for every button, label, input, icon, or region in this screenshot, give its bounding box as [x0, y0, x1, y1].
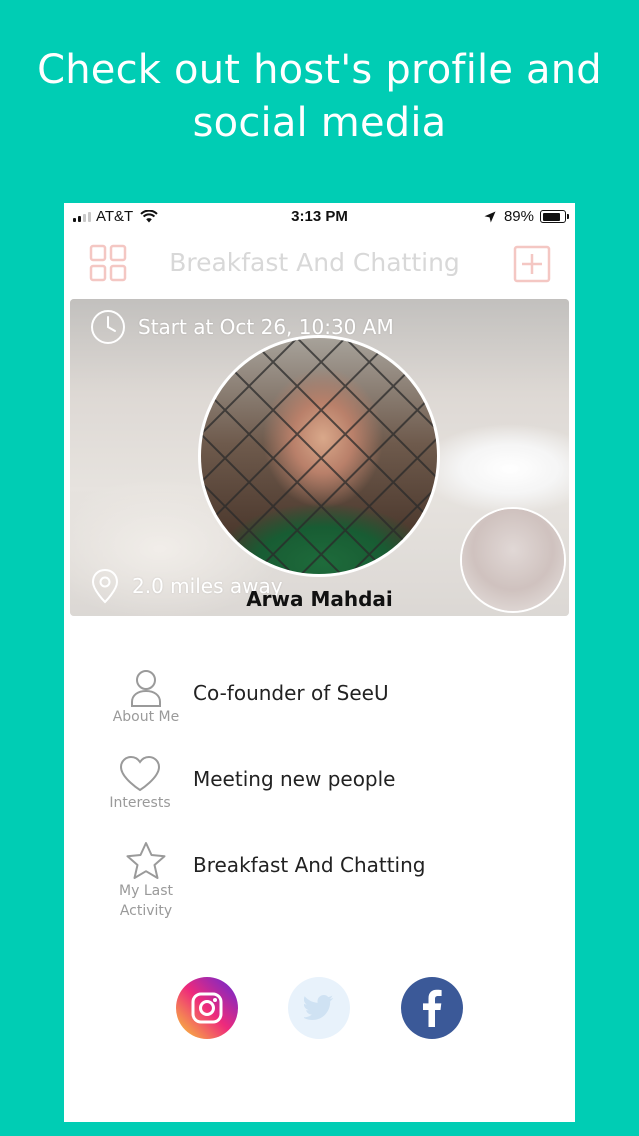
promo-headline: Check out host's profile and social medi…	[0, 44, 639, 150]
person-icon	[131, 670, 161, 707]
event-start-time: Start at Oct 26, 10:30 AM	[138, 315, 394, 339]
add-icon[interactable]	[513, 245, 551, 283]
last-activity-label-line1: My Last	[119, 883, 173, 899]
clock-icon	[91, 310, 125, 344]
star-icon	[126, 842, 166, 879]
last-activity-block: My Last Activity	[104, 841, 188, 921]
phone-screen: AT&T 3:13 PM 89% Breakfast And Chatting	[64, 203, 575, 1122]
headline-line-1: Check out host's profile and	[37, 47, 602, 93]
location-arrow-icon	[484, 211, 496, 222]
interests-label: Interests	[109, 795, 171, 811]
host-avatar[interactable]	[198, 335, 440, 577]
headline-line-2: social media	[192, 100, 447, 146]
facebook-icon	[423, 989, 442, 1027]
last-activity-label-line2: Activity	[119, 903, 173, 919]
interests-value: Meeting new people	[193, 767, 396, 791]
host-name: Arwa Mahdai	[246, 587, 393, 611]
chain-fence-overlay	[201, 338, 437, 574]
about-me-label: About Me	[112, 709, 180, 725]
instagram-icon	[191, 992, 223, 1024]
about-me-block: About Me	[104, 669, 188, 727]
heart-icon	[119, 755, 161, 792]
interests-block: Interests	[98, 755, 182, 813]
last-activity-value: Breakfast And Chatting	[193, 853, 426, 877]
twitter-button[interactable]	[288, 977, 350, 1039]
status-right: 89%	[484, 208, 569, 225]
status-bar: AT&T 3:13 PM 89%	[64, 203, 575, 231]
battery-icon	[540, 210, 569, 223]
instagram-button[interactable]	[176, 977, 238, 1039]
twitter-icon	[304, 995, 334, 1020]
battery-percent: 89%	[503, 208, 534, 225]
facebook-button[interactable]	[401, 977, 463, 1039]
nav-title: Breakfast And Chatting	[169, 248, 460, 277]
about-me-value: Co-founder of SeeU	[193, 681, 389, 705]
nav-bar: Breakfast And Chatting	[64, 231, 575, 297]
event-hero: Start at Oct 26, 10:30 AM 2.0 miles away…	[70, 299, 569, 616]
